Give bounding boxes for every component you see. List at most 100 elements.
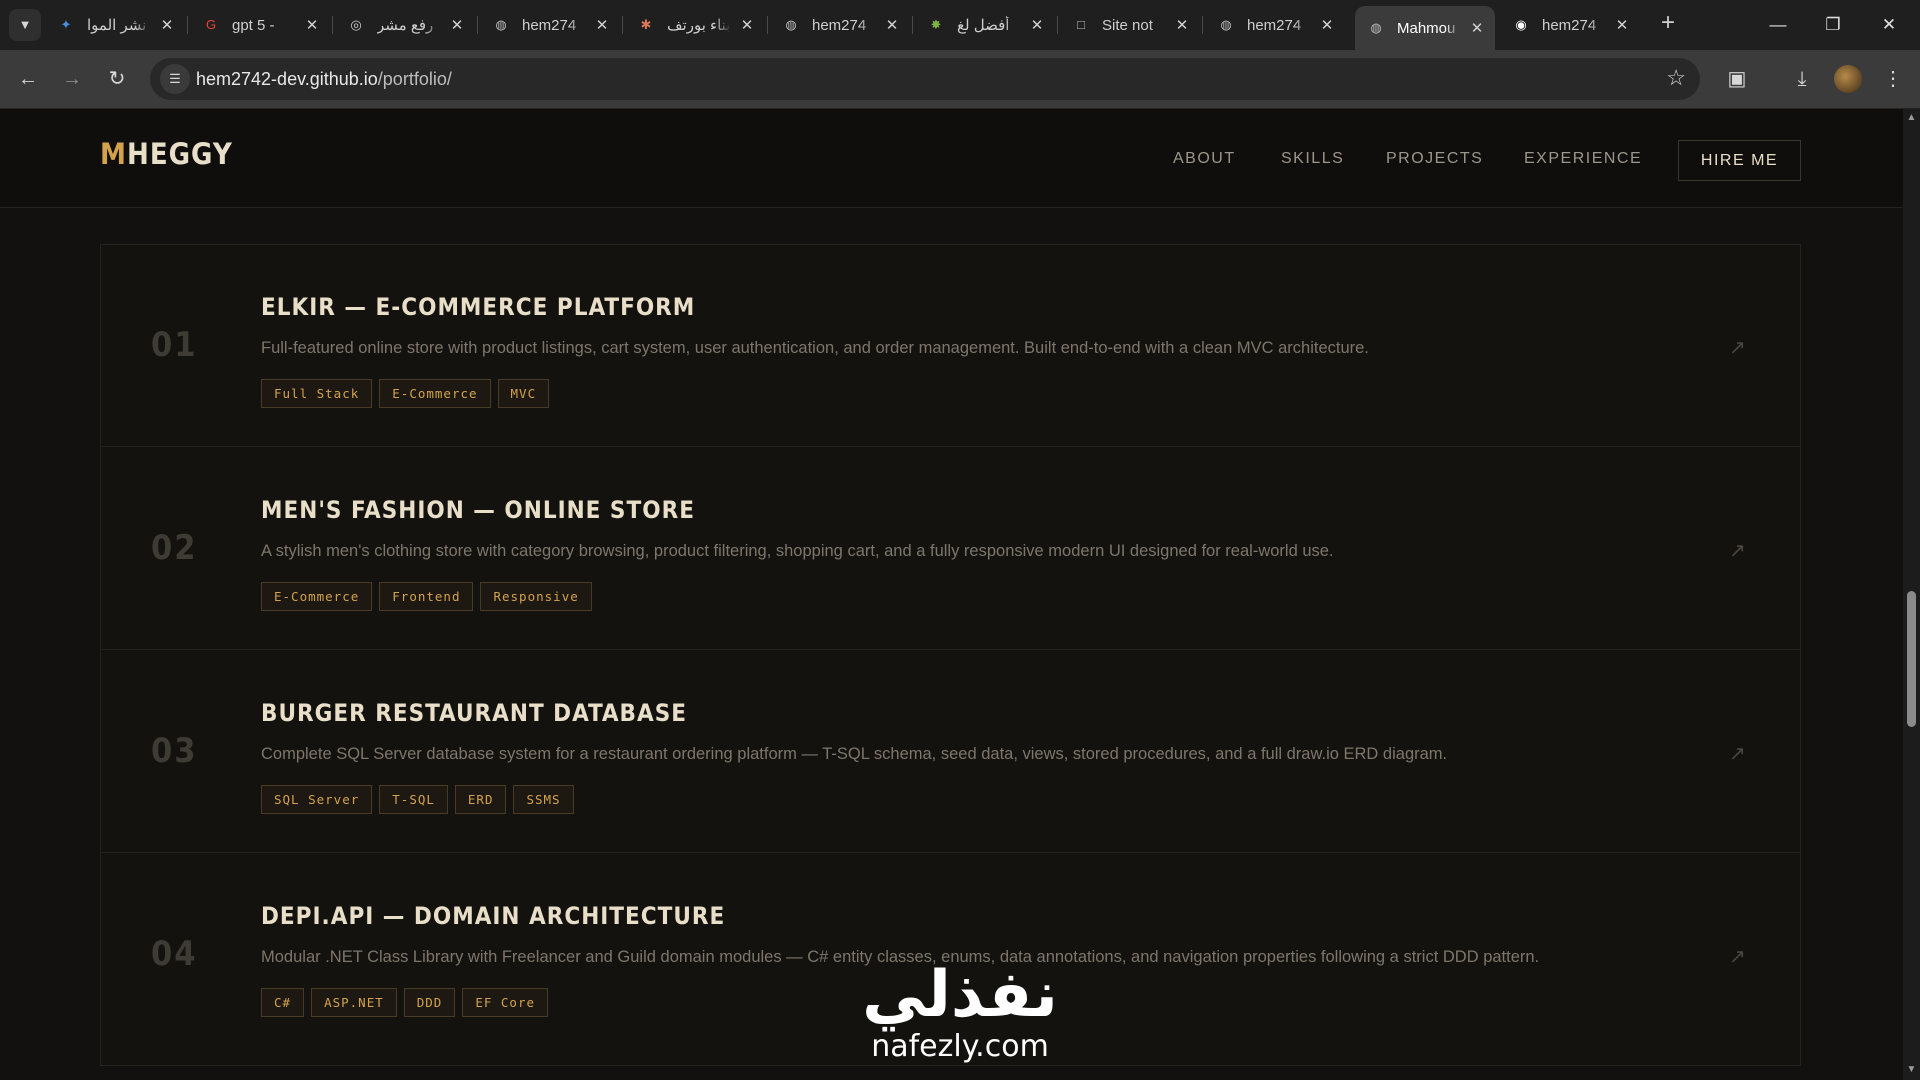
project-number: 04 <box>151 934 198 974</box>
project-number: 03 <box>151 731 198 771</box>
browser-tab[interactable]: □ Site not ✕ <box>1060 8 1200 42</box>
reload-icon[interactable]: ↻ <box>101 63 133 95</box>
external-link-arrow-icon[interactable]: ↗ <box>1729 944 1746 969</box>
tab-separator <box>477 16 478 34</box>
external-link-arrow-icon[interactable]: ↗ <box>1729 538 1746 563</box>
tech-tag: MVC <box>497 379 550 408</box>
project-title: BURGER RESTAURANT DATABASE <box>261 699 688 727</box>
window-close-icon[interactable]: ✕ <box>1866 10 1912 40</box>
project-card[interactable]: 04 DEPI.API — DOMAIN ARCHITECTURE Modula… <box>101 854 1800 1056</box>
browser-tab[interactable]: ◎ رفع مشر ✕ <box>335 8 475 42</box>
site-info-icon[interactable]: ☰ <box>160 64 190 94</box>
tab-close-icon[interactable]: ✕ <box>594 16 610 34</box>
project-number: 02 <box>151 528 198 568</box>
tech-tag: SSMS <box>513 785 574 814</box>
tab-title: hem274 <box>1542 16 1597 34</box>
browser-tab[interactable]: ◍ hem274 ✕ <box>770 8 910 42</box>
browser-tab[interactable]: ◍ Mahmou ✕ <box>1355 6 1495 50</box>
browser-tab[interactable]: ✸ أفضل لغ ✕ <box>915 8 1055 42</box>
project-card[interactable]: 03 BURGER RESTAURANT DATABASE Complete S… <box>101 651 1800 853</box>
project-card[interactable]: 02 MEN'S FASHION — ONLINE STORE A stylis… <box>101 448 1800 650</box>
gemini-icon: ✦ <box>60 17 72 32</box>
tab-close-icon[interactable]: ✕ <box>1614 16 1630 34</box>
forward-arrow-icon[interactable]: → <box>56 63 88 95</box>
nav-projects[interactable]: PROJECTS <box>1386 150 1483 168</box>
tech-tag: Responsive <box>480 582 592 611</box>
scroll-up-arrow-icon[interactable]: ▲ <box>1906 112 1917 123</box>
extensions-puzzle-icon[interactable]: ▣ <box>1722 64 1752 94</box>
tab-close-icon[interactable]: ✕ <box>884 16 900 34</box>
tech-tag: T-SQL <box>379 785 448 814</box>
browser-tab[interactable]: ◍ hem274 ✕ <box>1205 8 1345 42</box>
claude-icon: ✱ <box>640 17 652 32</box>
tab-separator <box>1202 16 1203 34</box>
scroll-down-arrow-icon[interactable]: ▼ <box>1906 1064 1917 1075</box>
external-link-arrow-icon[interactable]: ↗ <box>1729 741 1746 766</box>
tab-title: hem274 <box>1247 16 1302 34</box>
browser-tab[interactable]: ✦ نشر الموا ✕ <box>45 8 185 42</box>
site-header: MHEGGY ABOUT SKILLS PROJECTS EXPERIENCE … <box>0 109 1903 208</box>
tech-tag: SQL Server <box>261 785 373 814</box>
tab-title: Site not <box>1102 16 1153 34</box>
project-title: ELKIR — E-COMMERCE PLATFORM <box>261 293 696 321</box>
browser-tab[interactable]: Ggpt 5 - ✕ <box>190 8 330 42</box>
browser-tab[interactable]: ◉ hem274 ✕ <box>1500 8 1640 42</box>
project-card[interactable]: 01 ELKIR — E-COMMERCE PLATFORM Full-feat… <box>101 245 1800 447</box>
tab-close-icon[interactable]: ✕ <box>1174 16 1190 34</box>
globe-icon: ◍ <box>495 17 507 32</box>
bookmark-star-icon[interactable]: ☆ <box>1666 65 1686 91</box>
scrollbar-thumb[interactable] <box>1907 591 1916 727</box>
tech-tag: ASP.NET <box>311 988 397 1017</box>
nav-about[interactable]: ABOUT <box>1173 150 1236 168</box>
logo-accent-letter: M <box>100 137 127 171</box>
tab-search-chevron-icon[interactable]: ▼ <box>9 9 41 41</box>
logo-text: HEGGY <box>126 137 233 171</box>
page-scrollbar[interactable]: ▲ ▼ <box>1903 109 1920 1080</box>
page-viewport: MHEGGY ABOUT SKILLS PROJECTS EXPERIENCE … <box>0 109 1903 1080</box>
tab-separator <box>187 16 188 34</box>
profile-avatar[interactable] <box>1834 65 1862 93</box>
tab-close-icon[interactable]: ✕ <box>1029 16 1045 34</box>
url-host: hem2742-dev.github.io <box>196 69 378 89</box>
nav-experience[interactable]: EXPERIENCE <box>1524 150 1642 168</box>
project-title: DEPI.API — DOMAIN ARCHITECTURE <box>261 902 726 930</box>
nav-skills[interactable]: SKILLS <box>1281 150 1344 168</box>
minimize-icon[interactable]: — <box>1755 10 1801 40</box>
url-text[interactable]: hem2742-dev.github.io/portfolio/ <box>196 69 452 90</box>
back-arrow-icon[interactable]: ← <box>12 63 44 95</box>
tab-close-icon[interactable]: ✕ <box>1469 19 1485 37</box>
tab-title: hem274 <box>812 16 867 34</box>
chatgpt-icon: ◎ <box>350 17 362 32</box>
project-tags: SQL Server T-SQL ERD SSMS <box>261 785 574 814</box>
tech-tag: ERD <box>454 785 507 814</box>
globe-icon: ◍ <box>1220 17 1232 32</box>
address-bar[interactable]: ☰ hem2742-dev.github.io/portfolio/ ☆ <box>150 58 1700 100</box>
external-link-arrow-icon[interactable]: ↗ <box>1729 335 1746 360</box>
google-icon: G <box>205 17 217 32</box>
tab-strip: ▼ ✦ نشر الموا ✕ Ggpt 5 - ✕ ◎ رفع مشر ✕ ◍ hem274 ✕… <box>0 0 1920 50</box>
tab-close-icon[interactable]: ✕ <box>159 16 175 34</box>
tab-close-icon[interactable]: ✕ <box>739 16 755 34</box>
globe-icon: ◍ <box>1370 20 1382 35</box>
url-path: /portfolio/ <box>377 69 452 89</box>
tab-close-icon[interactable]: ✕ <box>449 16 465 34</box>
new-tab-plus-icon[interactable]: + <box>1654 10 1682 38</box>
browser-tab[interactable]: ◍ hem274 ✕ <box>480 8 620 42</box>
project-tags: Full Stack E-Commerce MVC <box>261 379 550 408</box>
tab-close-icon[interactable]: ✕ <box>1319 16 1335 34</box>
tab-title: أفضل لغ <box>957 17 1010 34</box>
github-icon: ◉ <box>1515 17 1527 32</box>
restore-icon[interactable]: ❐ <box>1810 10 1856 40</box>
pinwheel-icon: ✸ <box>930 17 942 32</box>
tech-tag: Full Stack <box>261 379 373 408</box>
browser-tab[interactable]: ✱ بناء بورتف ✕ <box>625 8 765 42</box>
tab-separator <box>332 16 333 34</box>
menu-kebab-icon[interactable]: ⋮ <box>1878 64 1908 94</box>
download-icon[interactable]: ⤓ <box>1787 64 1817 94</box>
project-tags: E-Commerce Frontend Responsive <box>261 582 592 611</box>
tab-title: gpt 5 - <box>232 16 275 34</box>
site-logo[interactable]: MHEGGY <box>100 137 233 171</box>
hire-me-button[interactable]: HIRE ME <box>1678 140 1801 181</box>
project-number: 01 <box>151 325 198 365</box>
tab-close-icon[interactable]: ✕ <box>304 16 320 34</box>
